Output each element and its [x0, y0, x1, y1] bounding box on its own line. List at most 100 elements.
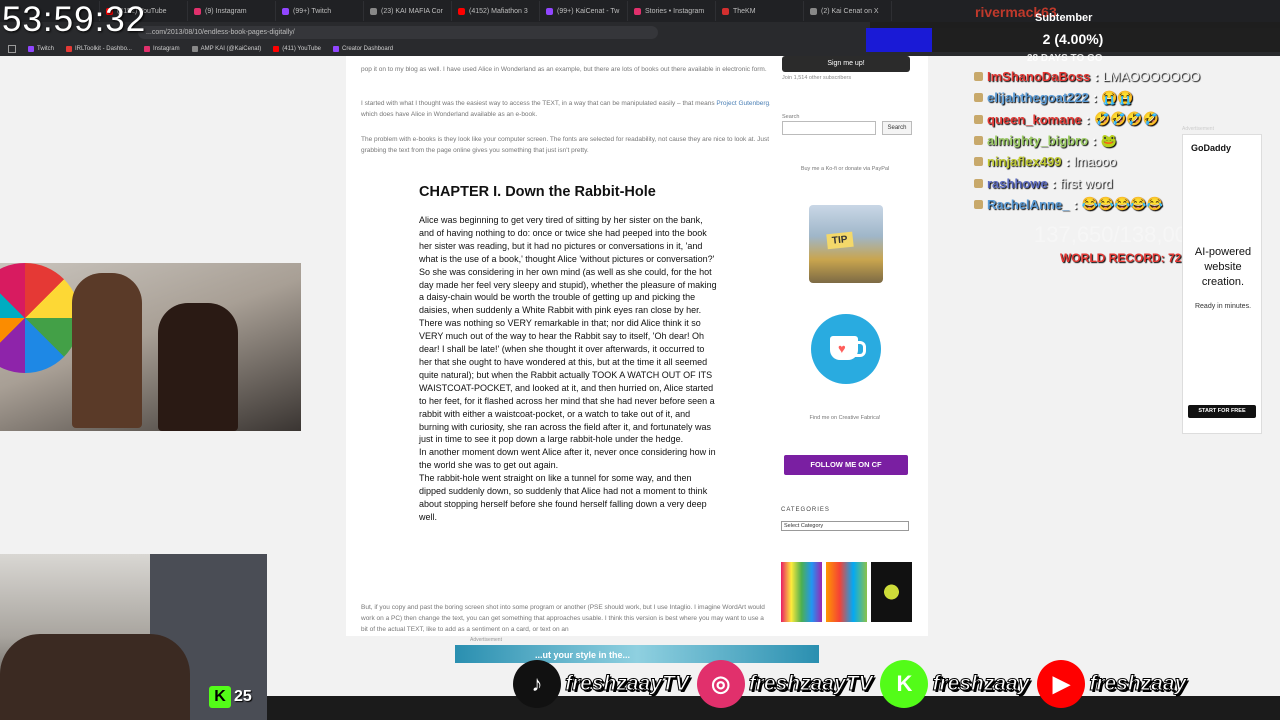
tab-favicon-icon	[458, 7, 465, 15]
browser-tab[interactable]: (99+) Twitch	[276, 1, 364, 21]
chat-separator: :	[1065, 154, 1070, 170]
start-free-button[interactable]: START FOR FREE	[1188, 405, 1256, 418]
tab-favicon-icon	[194, 7, 201, 15]
category-select[interactable]: Select Category	[781, 521, 909, 531]
tab-label: (9) Instagram	[205, 7, 247, 15]
chat-message: elijahthegoat222: 😭😭	[974, 87, 1214, 108]
thumbnail-image[interactable]	[826, 562, 867, 622]
social-handle: freshzaayTV	[748, 672, 873, 696]
intro-paragraph-3: The problem with e-books is they look li…	[361, 136, 770, 154]
side-ad-label: Advertisement	[1182, 126, 1214, 132]
project-gutenberg-link[interactable]: Project Gutenberg	[716, 100, 769, 107]
sidebar-thumbnails	[781, 562, 912, 622]
tab-favicon-icon	[810, 7, 817, 15]
chat-badge-icon	[974, 157, 983, 167]
bookmark-item[interactable]: Twitch	[28, 46, 54, 52]
chat-text: 🐸	[1100, 132, 1117, 148]
tab-label: (99+) KaiCenat - Tw	[557, 7, 620, 15]
url-field[interactable]: ...com/2013/08/10/endless-book-pages-dig…	[138, 25, 658, 39]
instagram-icon: ◎	[696, 660, 745, 708]
chat-text: 😭😭	[1101, 89, 1134, 105]
chat-username: queen_komane	[987, 111, 1082, 127]
bookmark-item[interactable]: AMP KAI (@KaiCenat)	[191, 46, 261, 52]
thumbnail-image[interactable]	[871, 562, 912, 622]
tab-label: (23) KAI MAFIA Cor	[381, 7, 443, 15]
chat-separator: :	[1051, 175, 1057, 191]
chat-badge-icon	[974, 72, 983, 82]
bookmark-favicon-icon	[66, 46, 73, 52]
browser-tab[interactable]: (2) Kai Cenat on X	[804, 1, 892, 21]
chapter-title: CHAPTER I. Down the Rabbit-Hole	[419, 184, 656, 200]
chat-username: ImShanoDaBoss	[987, 69, 1091, 85]
story-paragraph: In another moment down went Alice after …	[419, 447, 716, 471]
chat-text: 🤣🤣🤣🤣	[1094, 111, 1159, 127]
chat-message: queen_komane: 🤣🤣🤣🤣	[974, 109, 1214, 130]
godaddy-logo: GoDaddy	[1191, 143, 1232, 153]
webcam-room	[0, 263, 301, 431]
story-text: Alice was beginning to get very tired of…	[419, 214, 719, 524]
sub-goal-text: 2 (4.00%)	[1042, 31, 1104, 47]
bookmark-item[interactable]: IRLToolkit - Dashbo...	[66, 46, 132, 52]
thumbnail-image[interactable]	[781, 562, 822, 622]
browser-tab[interactable]: (23) KAI MAFIA Cor	[364, 1, 452, 21]
bookmark-favicon-icon	[333, 46, 339, 52]
bookmark-favicon-icon	[28, 46, 34, 52]
chat-username: rashhowe	[987, 175, 1048, 191]
bookmark-item[interactable]: (411) YouTube	[273, 46, 321, 52]
stream-screen: (4152) YouTube (9) Instagram (99+) Twitch(…	[0, 0, 1280, 720]
chat-message: ninjaflex499: lmaooo	[974, 151, 1214, 172]
chat-overlay: ImShanoDaBoss: LMAOOOOOOO elijahthegoat222…	[974, 66, 1214, 215]
chat-text: LMAOOOOOOO	[1102, 69, 1201, 85]
blog-post: pop it on to my blog as well. I have use…	[346, 56, 780, 636]
browser-tab[interactable]: (4152) Mafiathon 3	[452, 1, 540, 21]
search-label: Search	[782, 114, 800, 120]
chat-separator: :	[1094, 69, 1099, 85]
youtube-icon: ▶	[1037, 660, 1086, 708]
chat-username: almighty_bigbro	[987, 133, 1089, 149]
ad-subtext: Ready in minutes.	[1194, 303, 1252, 310]
story-paragraph: There was nothing so VERY remarkable in …	[419, 318, 715, 445]
story-paragraph: So she was considering in her own mind (…	[419, 266, 717, 316]
bookmark-label: (411) YouTube	[282, 46, 321, 52]
tiktok-icon: ♪	[513, 660, 561, 708]
chat-message: almighty_bigbro: 🐸	[974, 130, 1214, 151]
ad-headline: AI-powered website creation.	[1194, 246, 1252, 288]
follow-cf-button[interactable]: FOLLOW ME ON CF	[784, 455, 908, 475]
tab-favicon-icon	[282, 7, 289, 15]
browser-tab[interactable]: (9) Instagram	[188, 1, 276, 21]
social-handle: freshzaayTV	[565, 672, 690, 696]
search-input[interactable]	[782, 121, 876, 135]
search-button[interactable]: Search	[882, 121, 912, 135]
bookmark-favicon-icon	[273, 46, 280, 52]
kofi-cup-icon[interactable]: ♥	[811, 314, 881, 384]
days-to-go: 28 DAYS TO GO	[1027, 53, 1103, 64]
chat-badge-icon	[974, 199, 983, 209]
browser-tab[interactable]: TheKM	[716, 1, 804, 21]
chat-separator: :	[1073, 196, 1078, 212]
bookmark-item[interactable]: Instagram	[143, 46, 180, 52]
kick-viewer-badge: K 25	[209, 686, 252, 708]
chat-separator: :	[1092, 90, 1098, 106]
chat-badge-icon	[974, 93, 983, 103]
tab-label: (4152) Mafiathon 3	[469, 7, 528, 15]
browser-tab[interactable]: (99+) KaiCenat - Tw	[540, 1, 628, 21]
godaddy-ad[interactable]: GoDaddy AI-powered website creation. Rea…	[1182, 134, 1262, 434]
signup-button[interactable]: Sign me up!	[782, 56, 910, 72]
stream-timer: 53:59:32	[2, 0, 147, 39]
apps-grid-icon[interactable]	[8, 45, 16, 53]
tab-label: TheKM	[733, 7, 756, 15]
chat-message: RachelAnne_: 😂😂😂😂😂	[974, 194, 1214, 215]
browser-tab[interactable]: Stories • Instagram	[628, 1, 716, 21]
chat-separator: :	[1092, 133, 1097, 149]
tip-jar-image[interactable]: TIP	[809, 205, 883, 283]
person-sitting	[158, 303, 238, 431]
kick-count: 25	[234, 688, 252, 705]
tab-favicon-icon	[634, 7, 641, 15]
person-lying	[0, 634, 190, 720]
tab-favicon-icon	[722, 7, 729, 15]
bookmark-item[interactable]: Creator Dashboard	[333, 46, 393, 52]
tab-label: (2) Kai Cenat on X	[821, 7, 879, 15]
blog-sidebar: Sign me up! Join 1,514 other subscribers…	[770, 56, 928, 636]
tab-label: Stories • Instagram	[645, 7, 705, 15]
chat-separator: :	[1085, 111, 1090, 127]
